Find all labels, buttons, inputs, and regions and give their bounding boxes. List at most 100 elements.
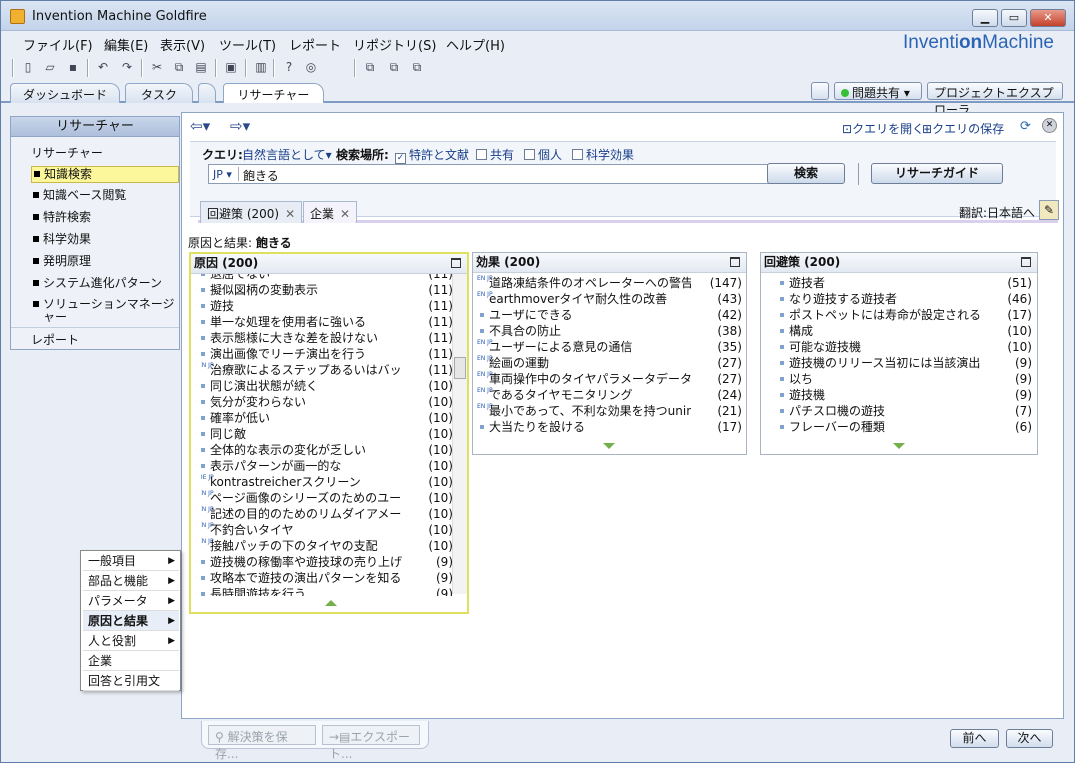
- context-menu-item[interactable]: 企業: [83, 651, 179, 671]
- back-arrow-icon[interactable]: ⇦▾: [190, 117, 210, 135]
- context-menu-item[interactable]: 部品と機能 ▶: [83, 571, 179, 591]
- pages-icon-1[interactable]: ⧉: [362, 59, 378, 75]
- query-input[interactable]: JP ▾ 飽きる: [208, 164, 770, 184]
- list-item[interactable]: ユーザにできる (42): [480, 307, 742, 323]
- list-item[interactable]: 演出画像でリーチ演出を行う (11): [201, 346, 453, 362]
- list-item[interactable]: EN JP治療歌によるステップあるいはバッケ...(11): [201, 362, 453, 378]
- list-item[interactable]: EN JP であるタイヤモニタリング (24): [477, 387, 742, 403]
- sidebar-item-solution-manager[interactable]: ソリューションマネージャー: [31, 298, 179, 324]
- list-item[interactable]: 気分が変わらない (10): [201, 394, 453, 410]
- list-item[interactable]: 長時間遊技を行う (9): [201, 586, 453, 596]
- list-item[interactable]: パチスロ機の遊技 (7): [780, 403, 1032, 419]
- list-item[interactable]: 遊技機 (9): [780, 387, 1032, 403]
- context-menu-item[interactable]: 人と役割 ▶: [83, 631, 179, 651]
- list-item[interactable]: EN JP 絵画の運動 (27): [477, 355, 742, 371]
- list-item[interactable]: 表示態様に大きな差を設けない (11): [201, 330, 453, 346]
- context-menu-item[interactable]: 一般項目 ▶: [83, 551, 179, 571]
- maximize-button[interactable]: ▭: [1001, 9, 1027, 27]
- scroll-thumb[interactable]: [454, 357, 466, 379]
- tab-company[interactable]: 企業 ✕: [303, 201, 358, 223]
- info-icon[interactable]: ◎: [303, 59, 319, 75]
- list-item[interactable]: フレーバーの種類 (6): [780, 419, 1032, 435]
- open-icon[interactable]: ▱: [42, 59, 58, 75]
- menu-file[interactable]: ファイル(F): [23, 35, 93, 54]
- project-explorer-button[interactable]: プロジェクトエクスプローラ: [927, 82, 1063, 117]
- sidebar-item-patent-search[interactable]: 特許検索: [31, 210, 179, 225]
- sidebar-item-science-effects[interactable]: 科学効果: [31, 232, 179, 247]
- pencil-icon[interactable]: ✎: [1039, 200, 1059, 220]
- close-tab-icon[interactable]: ✕: [285, 207, 295, 221]
- causes-scrollbar[interactable]: [452, 274, 467, 594]
- list-item[interactable]: 不具合の防止 (38): [480, 323, 742, 339]
- list-item[interactable]: 同じ演出状態が続く (10): [201, 378, 453, 394]
- list-item[interactable]: 以ち (9): [780, 371, 1032, 387]
- sidebar-item-invention-principles[interactable]: 発明原理: [31, 254, 179, 269]
- note-icon[interactable]: ▥: [253, 59, 269, 75]
- list-item[interactable]: EN JP接触パッチの下のタイヤの支配(10): [201, 538, 453, 554]
- list-item[interactable]: EN JP 道路凍結条件のオペレーターへの警告 (147): [477, 275, 742, 291]
- list-item[interactable]: 攻略本で遊技の演出パターンを知る (9): [201, 570, 453, 586]
- close-panel-icon[interactable]: ✕: [1042, 118, 1057, 133]
- close-button[interactable]: ✕: [1030, 9, 1066, 27]
- tab-task[interactable]: タスク: [125, 83, 193, 103]
- list-item[interactable]: なり遊技する遊技者 (46): [780, 291, 1032, 307]
- search-button[interactable]: 検索: [767, 163, 845, 184]
- undo-icon[interactable]: ↶: [95, 59, 111, 75]
- expand-down-icon[interactable]: [893, 443, 905, 449]
- list-item[interactable]: 遊技 (11): [201, 298, 453, 314]
- new-icon[interactable]: ▯: [20, 59, 36, 75]
- cut-icon[interactable]: ✂: [149, 59, 165, 75]
- list-item[interactable]: 可能な遊技機 (10): [780, 339, 1032, 355]
- next-page-button[interactable]: 次へ: [1006, 729, 1053, 748]
- list-item[interactable]: 単一な処理を使用者に強いる (11): [201, 314, 453, 330]
- sidebar-item-knowledge-search[interactable]: 知識検索: [31, 166, 179, 183]
- list-item[interactable]: 同じ敵 (10): [201, 426, 453, 442]
- context-menu-item[interactable]: 原因と結果 ▶: [83, 611, 179, 631]
- query-mode-dropdown[interactable]: 自然言語として▾: [242, 146, 332, 163]
- save-solution-button[interactable]: ⚲ 解決策を保存...: [208, 725, 316, 761]
- sidebar-item-report[interactable]: レポート: [31, 331, 79, 348]
- export-button[interactable]: →▤エクスポート...: [322, 725, 420, 761]
- list-item[interactable]: EN JP earthmoverタイヤ耐久性の改善 (43): [477, 291, 742, 307]
- list-item[interactable]: 擬似図柄の変動表示 (11): [201, 282, 453, 298]
- tab-researcher[interactable]: リサーチャー: [223, 83, 324, 103]
- sidebar-item-evolution-patterns[interactable]: システム進化パターン: [31, 276, 179, 291]
- prev-page-button[interactable]: 前へ: [950, 729, 999, 748]
- translate-label[interactable]: 翻訳:日本語へ: [959, 204, 1035, 221]
- context-menu-item[interactable]: パラメータ ▶: [83, 591, 179, 611]
- list-item[interactable]: DE JPkontrastreicherスクリーン(10): [201, 474, 453, 490]
- refresh-icon[interactable]: ⟳: [1020, 119, 1031, 134]
- list-item[interactable]: 遊技機の稼働率や遊技球の売り上げ... (9): [201, 554, 453, 570]
- expand-down-icon[interactable]: [603, 443, 615, 449]
- maximize-icon[interactable]: [451, 258, 461, 268]
- list-item[interactable]: EN JPページ画像のシリーズのためのユー...(10): [201, 490, 453, 506]
- list-item[interactable]: 確率が低い (10): [201, 410, 453, 426]
- forward-arrow-icon[interactable]: ⇨▾: [230, 117, 250, 135]
- context-menu-item[interactable]: 回答と引用文: [83, 671, 179, 691]
- list-item[interactable]: EN JP最小であって、不利な効果を持つuninflate...(21): [477, 403, 742, 419]
- research-guide-button[interactable]: リサーチガイド: [871, 163, 1003, 184]
- save-icon[interactable]: ▪: [65, 59, 81, 75]
- list-item[interactable]: EN JP不釣合いタイヤ(10): [201, 522, 453, 538]
- list-item[interactable]: 退屈でない (11): [201, 274, 453, 282]
- list-item[interactable]: 表示パターンが画一的な (10): [201, 458, 453, 474]
- list-item[interactable]: 遊技者 (51): [780, 275, 1032, 291]
- tab-blank[interactable]: [198, 83, 216, 103]
- save-query-link[interactable]: ⊞クエリの保存: [922, 120, 1004, 137]
- tab-workaround[interactable]: 回避策 (200) ✕: [200, 201, 303, 223]
- patent-checkbox[interactable]: ✓ 特許と文献: [395, 146, 469, 164]
- scroll-up-icon[interactable]: [325, 600, 337, 606]
- menu-report[interactable]: レポート: [289, 35, 341, 54]
- shared-checkbox[interactable]: 共有: [476, 146, 514, 163]
- copy-icon[interactable]: ⧉: [171, 59, 187, 75]
- list-item[interactable]: 構成 (10): [780, 323, 1032, 339]
- close-tab-icon[interactable]: ✕: [340, 207, 350, 221]
- minimize-button[interactable]: ▁: [972, 9, 998, 27]
- small-tab-button[interactable]: [811, 82, 829, 100]
- pages-icon-3[interactable]: ⧉: [409, 59, 425, 75]
- pages-icon-2[interactable]: ⧉: [386, 59, 402, 75]
- list-item[interactable]: 全体的な表示の変化が乏しい (10): [201, 442, 453, 458]
- list-item[interactable]: EN JP ユーザーによる意見の通信 (35): [477, 339, 742, 355]
- list-item[interactable]: EN JP 車両操作中のタイヤパラメータデータ (27): [477, 371, 742, 387]
- personal-checkbox[interactable]: 個人: [524, 146, 562, 163]
